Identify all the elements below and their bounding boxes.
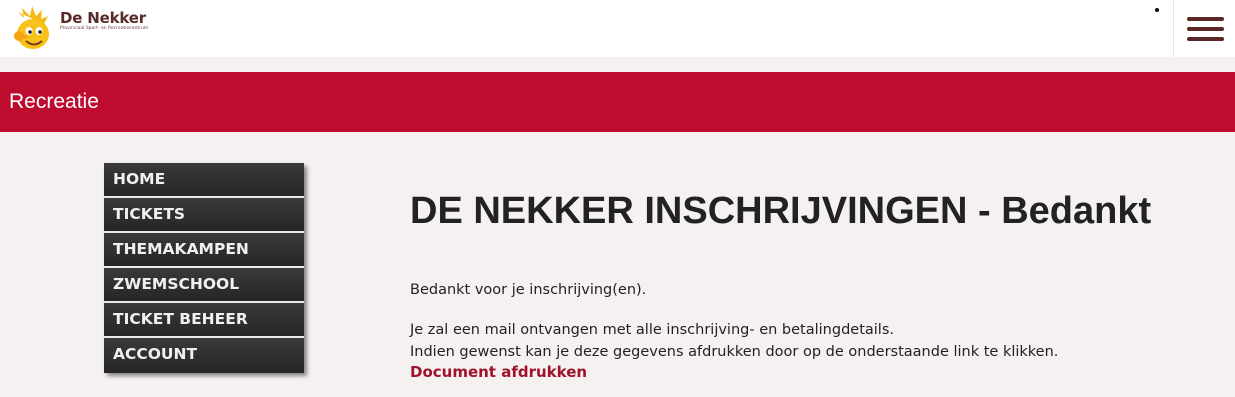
- sidebar-item-home[interactable]: HOME: [104, 163, 304, 198]
- sidebar-item-zwemschool[interactable]: ZWEMSCHOOL: [104, 268, 304, 303]
- section-banner: Recreatie: [0, 72, 1235, 132]
- brand-name: De Nekker: [60, 9, 146, 27]
- print-instructions: Indien gewenst kan je deze gegevens afdr…: [410, 344, 1059, 360]
- hamburger-menu-button[interactable]: [1173, 0, 1235, 57]
- mail-message: Je zal een mail ontvangen met alle insch…: [410, 322, 894, 338]
- section-title: Recreatie: [9, 90, 99, 113]
- thanks-message: Bedankt voor je inschrijving(en).: [410, 282, 647, 298]
- print-document-link[interactable]: Document afdrukken: [410, 362, 587, 382]
- page-title: DE NEKKER INSCHRIJVINGEN - Bedankt: [410, 190, 1152, 232]
- de-nekker-logo[interactable]: De Nekker Provinciaal Sport- en Recreati…: [8, 4, 148, 54]
- sidebar-item-themakampen[interactable]: THEMAKAMPEN: [104, 233, 304, 268]
- hamburger-menu-icon: [1187, 17, 1224, 21]
- mascot-logo-icon: [14, 6, 49, 49]
- sidebar-item-ticket-beheer[interactable]: TICKET BEHEER: [104, 303, 304, 338]
- sidebar-item-account[interactable]: ACCOUNT: [104, 338, 304, 373]
- sidebar-item-tickets[interactable]: TICKETS: [104, 198, 304, 233]
- brand-subtitle: Provinciaal Sport- en Recreatiecentrum: [60, 26, 149, 31]
- status-dot: [1155, 8, 1159, 12]
- top-header: De Nekker Provinciaal Sport- en Recreati…: [0, 0, 1235, 57]
- sidebar-nav: HOME TICKETS THEMAKAMPEN ZWEMSCHOOL TICK…: [104, 163, 304, 373]
